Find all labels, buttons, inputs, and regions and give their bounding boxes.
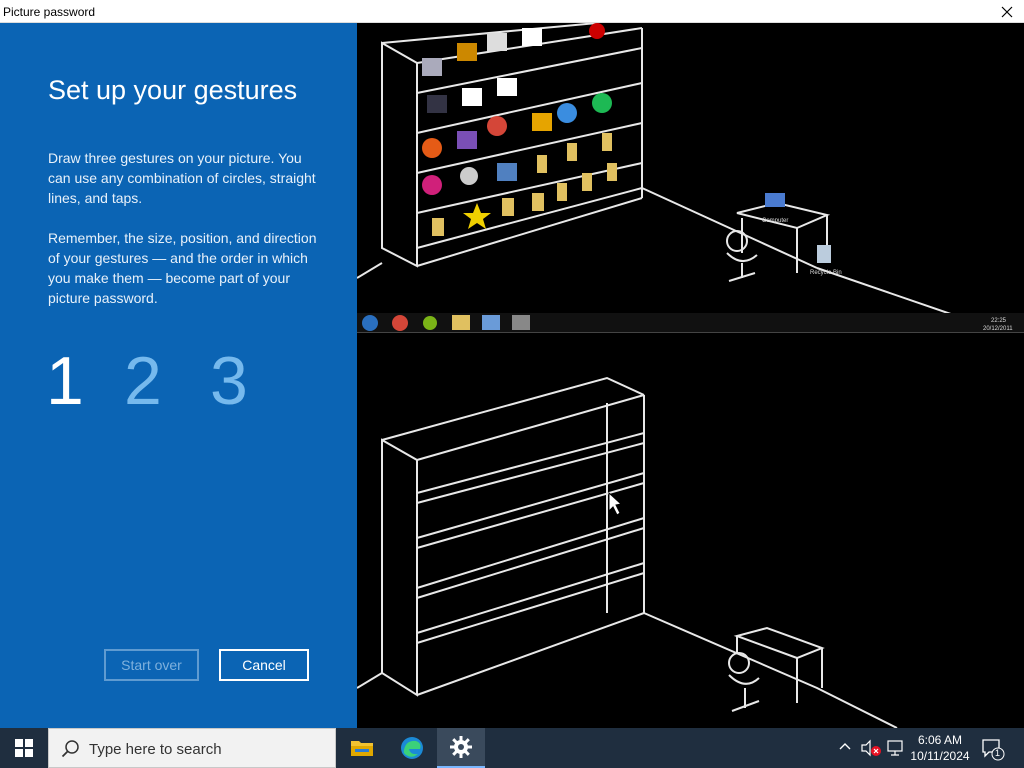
folder-icon (351, 741, 373, 756)
start-button[interactable] (0, 728, 48, 768)
windows-logo-icon (15, 739, 33, 757)
page-title: Set up your gestures (48, 75, 298, 105)
taskbar-file-explorer[interactable] (338, 728, 386, 768)
instructions-text: Draw three gestures on your picture. You… (48, 150, 316, 206)
taskbar: Type here to search 6:06 AM 10/11/2024 1 (0, 728, 1024, 768)
clock-time: 6:06 AM (917, 733, 963, 747)
window-title: Picture password (3, 5, 96, 19)
notification-count: 1 (995, 748, 1001, 758)
old-clock-time: 22:25 (991, 318, 1007, 324)
close-button[interactable] (990, 0, 1024, 23)
start-over-button[interactable]: Start over (104, 649, 199, 681)
volume-muted-icon (861, 739, 881, 757)
system-clock[interactable]: 6:06 AM 10/11/2024 (906, 732, 974, 764)
taskbar-edge[interactable] (388, 728, 436, 768)
search-placeholder: Type here to search (89, 741, 222, 758)
network-button[interactable] (885, 738, 905, 758)
instructions-panel: Set up your gestures Draw three gestures… (0, 23, 357, 728)
old-clock-date: 20/12/2011 (983, 326, 1013, 332)
show-hidden-icons-button[interactable] (838, 740, 854, 756)
notification-icon (982, 739, 1005, 761)
bookshelf-picture: Computer Recycle Bin 22:25 20/12/2011 (357, 23, 1024, 728)
cancel-button[interactable]: Cancel (219, 649, 309, 681)
recycle-bin-label: Recycle Bin (810, 270, 842, 276)
picture-canvas[interactable]: Computer Recycle Bin 22:25 20/12/2011 (357, 23, 1024, 728)
close-icon (1001, 6, 1013, 17)
volume-button[interactable] (860, 738, 882, 758)
step-1: 1 (46, 343, 84, 419)
edge-icon (401, 737, 423, 759)
search-icon (61, 740, 79, 758)
step-3: 3 (210, 343, 248, 419)
chevron-up-icon (839, 743, 851, 750)
step-2: 2 (124, 343, 162, 419)
action-center-button[interactable]: 1 (980, 736, 1006, 762)
clock-date: 10/11/2024 (910, 749, 970, 763)
title-bar: Picture password (0, 0, 1024, 23)
gesture-steps: 1 2 3 (46, 345, 286, 417)
reminder-text: Remember, the size, position, and direct… (48, 230, 317, 306)
gear-icon (450, 736, 472, 758)
search-box[interactable]: Type here to search (48, 728, 336, 768)
network-icon (887, 740, 903, 756)
taskbar-settings[interactable] (437, 728, 485, 768)
computer-label: Computer (762, 218, 788, 224)
